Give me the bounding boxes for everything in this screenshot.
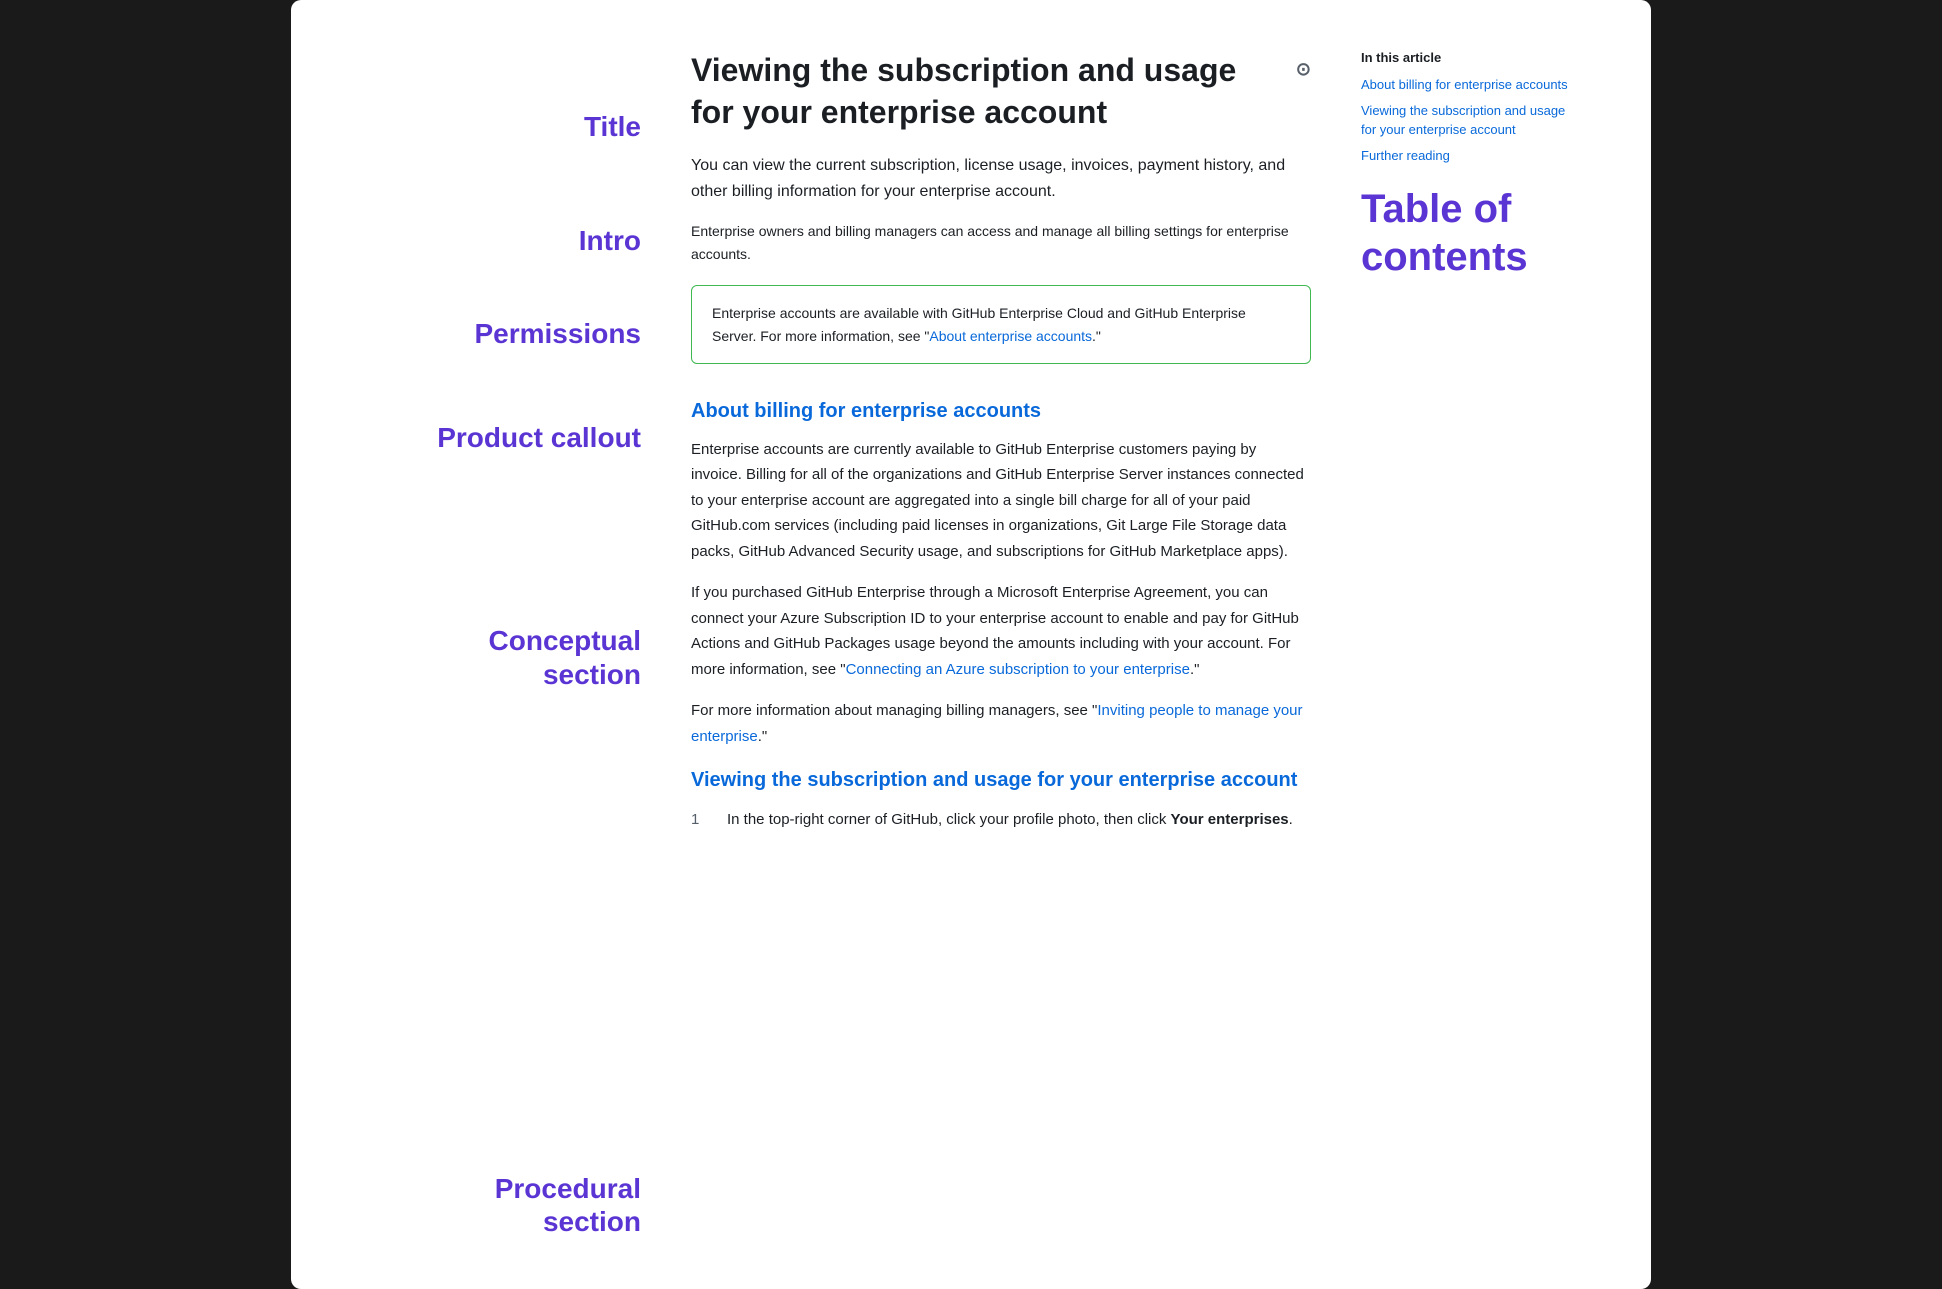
toc-contents: contents bbox=[1361, 233, 1601, 281]
annotation-title: Title bbox=[331, 110, 641, 144]
azure-link[interactable]: Connecting an Azure subscription to your… bbox=[846, 661, 1190, 678]
permissions-paragraph: Enterprise owners and billing managers c… bbox=[691, 220, 1311, 265]
inviting-link[interactable]: Inviting people to manage your enterpris… bbox=[691, 702, 1303, 745]
toc-link-2[interactable]: Viewing the subscription and usagefor yo… bbox=[1361, 101, 1601, 140]
annotation-conceptual: Conceptualsection bbox=[331, 624, 641, 691]
toc-title-annotation: Table of contents bbox=[1361, 185, 1601, 281]
annotation-intro: Intro bbox=[331, 224, 641, 258]
main-window: Title Intro Permissions Product callout … bbox=[291, 0, 1651, 1289]
toc-column: In this article About billing for enterp… bbox=[1341, 50, 1601, 1239]
conceptual-section: About billing for enterprise accounts En… bbox=[691, 400, 1311, 750]
annotation-permissions: Permissions bbox=[331, 317, 641, 351]
annotation-callout: Product callout bbox=[331, 421, 641, 455]
conceptual-heading[interactable]: About billing for enterprise accounts bbox=[691, 400, 1311, 423]
procedural-heading[interactable]: Viewing the subscription and usage for y… bbox=[691, 769, 1311, 792]
article-title-container: Viewing the subscription and usage for y… bbox=[691, 50, 1311, 133]
annotation-procedural: Proceduralsection bbox=[331, 1172, 641, 1239]
callout-link[interactable]: About enterprise accounts bbox=[929, 328, 1092, 344]
proc-step-1: 1 In the top-right corner of GitHub, cli… bbox=[691, 808, 1311, 832]
toc-link-1[interactable]: About billing for enterprise accounts bbox=[1361, 75, 1601, 95]
toc-table-of: Table of bbox=[1361, 185, 1601, 233]
toc-in-article-label: In this article bbox=[1361, 50, 1601, 65]
conceptual-paragraph-1: Enterprise accounts are currently availa… bbox=[691, 437, 1311, 565]
product-callout: Enterprise accounts are available with G… bbox=[691, 285, 1311, 364]
callout-text-after: ." bbox=[1092, 328, 1101, 344]
intro-paragraph: You can view the current subscription, l… bbox=[691, 153, 1311, 204]
article-title-text: Viewing the subscription and usage for y… bbox=[691, 50, 1286, 133]
toc-link-3[interactable]: Further reading bbox=[1361, 146, 1601, 166]
annotation-column: Title Intro Permissions Product callout … bbox=[331, 50, 661, 1239]
print-icon[interactable]: ⊙ bbox=[1296, 58, 1311, 81]
step-1-text: In the top-right corner of GitHub, click… bbox=[727, 808, 1293, 832]
conceptual-paragraph-3: For more information about managing bill… bbox=[691, 698, 1311, 749]
procedural-section: Viewing the subscription and usage for y… bbox=[691, 769, 1311, 832]
step-number-1: 1 bbox=[691, 808, 711, 832]
procedural-steps-list: 1 In the top-right corner of GitHub, cli… bbox=[691, 808, 1311, 832]
conceptual-paragraph-2: If you purchased GitHub Enterprise throu… bbox=[691, 580, 1311, 682]
article-content: Viewing the subscription and usage for y… bbox=[661, 50, 1341, 1239]
